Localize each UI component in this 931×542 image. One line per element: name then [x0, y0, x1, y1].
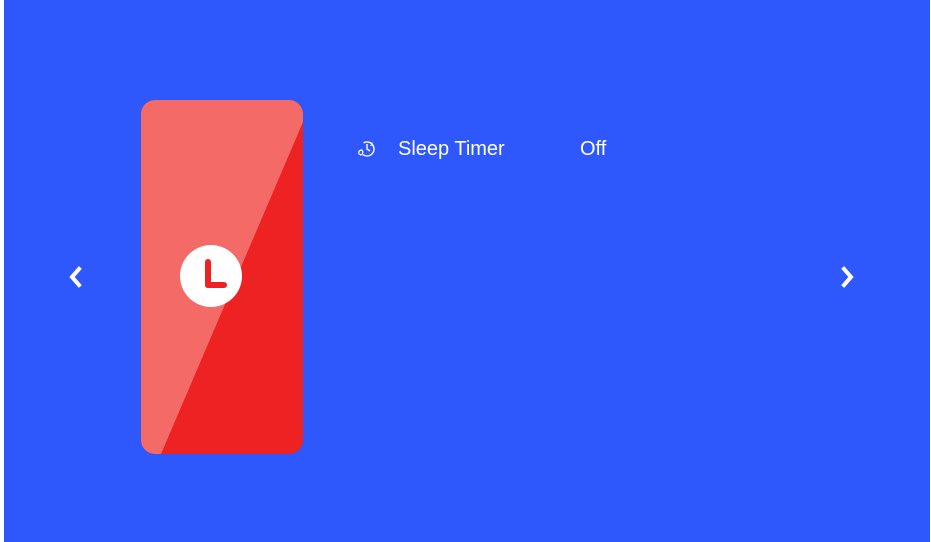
- setting-label: Sleep Timer: [398, 137, 505, 160]
- setting-value: Off: [580, 137, 607, 160]
- svg-text:z: z: [370, 142, 373, 148]
- chevron-left-icon: [69, 266, 83, 288]
- previous-button[interactable]: [64, 260, 88, 294]
- sleep-timer-icon: z: [356, 138, 378, 160]
- clock-icon: [180, 245, 242, 307]
- chevron-right-icon: [840, 266, 854, 288]
- sleep-timer-setting[interactable]: z Sleep Timer Off: [356, 133, 656, 165]
- sleep-timer-card[interactable]: [141, 100, 303, 454]
- next-button[interactable]: [835, 260, 859, 294]
- settings-screen: z Sleep Timer Off: [4, 0, 930, 542]
